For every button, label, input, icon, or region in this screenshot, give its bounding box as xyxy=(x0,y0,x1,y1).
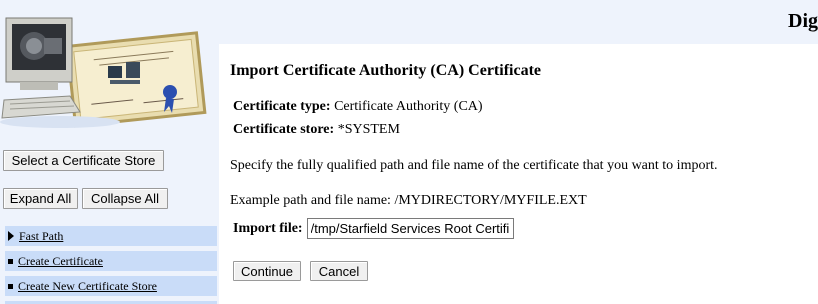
certificate-type-line: Certificate type: Certificate Authority … xyxy=(233,99,483,115)
sidebar-item-create-new-store[interactable]: Create New Certificate Store xyxy=(5,276,217,297)
certificate-store-value: *SYSTEM xyxy=(334,122,400,137)
certificate-store-label: Certificate store: xyxy=(233,122,335,137)
certificate-type-label: Certificate type: xyxy=(233,99,331,114)
header-title: Dig xyxy=(788,10,818,32)
expand-all-button[interactable]: Expand All xyxy=(3,188,78,209)
create-certificate-link[interactable]: Create Certificate xyxy=(18,254,103,269)
certificate-computer-illustration xyxy=(0,0,219,138)
create-new-store-link[interactable]: Create New Certificate Store xyxy=(18,279,157,294)
sidebar-item-create-certificate[interactable]: Create Certificate xyxy=(5,251,217,272)
continue-button[interactable]: Continue xyxy=(233,261,301,281)
square-bullet-icon xyxy=(8,258,13,264)
sidebar-item-fast-path[interactable]: Fast Path xyxy=(5,226,217,247)
import-file-row: Import file: xyxy=(233,218,514,239)
select-certificate-store-button[interactable]: Select a Certificate Store xyxy=(3,150,164,171)
page-title: Import Certificate Authority (CA) Certif… xyxy=(230,62,541,79)
import-file-input[interactable] xyxy=(306,218,514,239)
certificate-store-line: Certificate store: *SYSTEM xyxy=(233,122,400,138)
example-path-text: Example path and file name: /MYDIRECTORY… xyxy=(230,193,587,208)
fast-path-link[interactable]: Fast Path xyxy=(19,229,63,244)
import-file-label: Import file: xyxy=(233,220,303,236)
instruction-text: Specify the fully qualified path and fil… xyxy=(230,158,718,173)
square-bullet-icon xyxy=(8,283,13,289)
triangle-right-icon xyxy=(8,231,14,241)
collapse-all-button[interactable]: Collapse All xyxy=(82,188,168,209)
certificate-type-value: Certificate Authority (CA) xyxy=(330,99,483,114)
cancel-button[interactable]: Cancel xyxy=(310,261,368,281)
